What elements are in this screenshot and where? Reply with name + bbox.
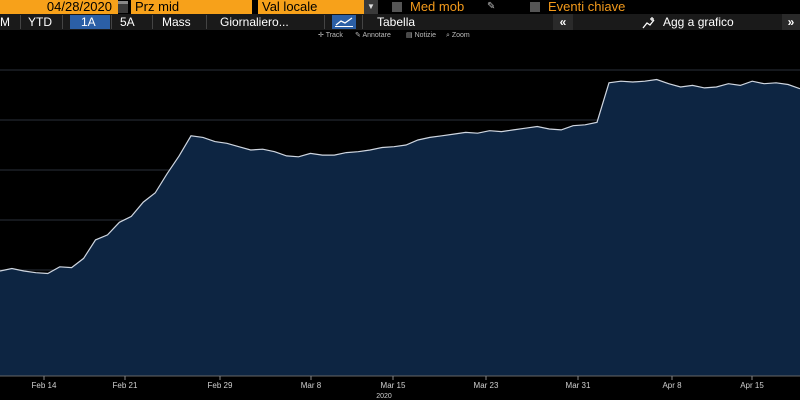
period-5a-button[interactable]: 5A: [120, 14, 135, 30]
x-tick-label: Feb 14: [32, 381, 57, 390]
separator: [20, 15, 21, 29]
key-events-checkbox[interactable]: [530, 2, 540, 12]
x-tick-label: Mar 8: [301, 381, 322, 390]
date-field[interactable]: 04/28/2020: [0, 0, 118, 14]
chart-canvas[interactable]: Feb 14 Feb 21 Feb 29 Mar 8 Mar 15 Mar 23 Mar 3…: [0, 30, 800, 400]
table-button[interactable]: Tabella: [377, 14, 415, 30]
x-tick-label: Mar 15: [381, 381, 406, 390]
x-year-label: 2020: [376, 393, 392, 400]
price-area: [0, 79, 800, 376]
period-ytd-button[interactable]: YTD: [28, 14, 52, 30]
collapse-chevron-icon[interactable]: «: [553, 14, 573, 30]
x-tick-label: Feb 29: [208, 381, 233, 390]
separator: [206, 15, 207, 29]
separator: [152, 15, 153, 29]
add-to-chart-button[interactable]: Agg a grafico: [663, 14, 734, 30]
key-events-label: Eventi chiave: [548, 0, 626, 14]
price-type-select[interactable]: Prz mid: [131, 0, 252, 14]
separator: [62, 15, 63, 29]
x-tick-label: Apr 8: [662, 381, 682, 390]
moving-avg-label: Med mob: [410, 0, 465, 14]
period-m-button[interactable]: M: [0, 14, 10, 30]
line-chart-icon[interactable]: [332, 15, 356, 29]
moving-avg-checkbox[interactable]: [392, 2, 402, 12]
period-1a-button[interactable]: 1A: [81, 14, 96, 30]
separator: [362, 15, 363, 29]
x-tick-label: Feb 21: [113, 381, 138, 390]
separator: [111, 15, 112, 29]
expand-chevron-icon[interactable]: »: [782, 14, 800, 30]
chevron-down-icon[interactable]: ▼: [364, 0, 378, 14]
period-max-button[interactable]: Mass: [162, 14, 191, 30]
line-chart-icon-glyph: [335, 17, 353, 27]
top-toolbar: 04/28/2020 Prz mid Val locale ▼ Med mob …: [0, 0, 800, 14]
price-chart[interactable]: Feb 14 Feb 21 Feb 29 Mar 8 Mar 15 Mar 23 Mar 3…: [0, 30, 800, 400]
currency-select[interactable]: Val locale: [258, 0, 364, 14]
calendar-icon[interactable]: [118, 1, 128, 13]
pencil-icon[interactable]: ✎: [487, 2, 495, 12]
x-tick-label: Mar 23: [474, 381, 499, 390]
frequency-select[interactable]: Giornaliero...: [220, 14, 289, 30]
period-toolbar: M YTD 1A 5A Mass Giornaliero... Tabella …: [0, 14, 800, 30]
separator: [324, 15, 325, 29]
x-tick-label: Apr 15: [740, 381, 764, 390]
x-tick-label: Mar 31: [566, 381, 591, 390]
add-chart-icon[interactable]: [642, 14, 656, 30]
